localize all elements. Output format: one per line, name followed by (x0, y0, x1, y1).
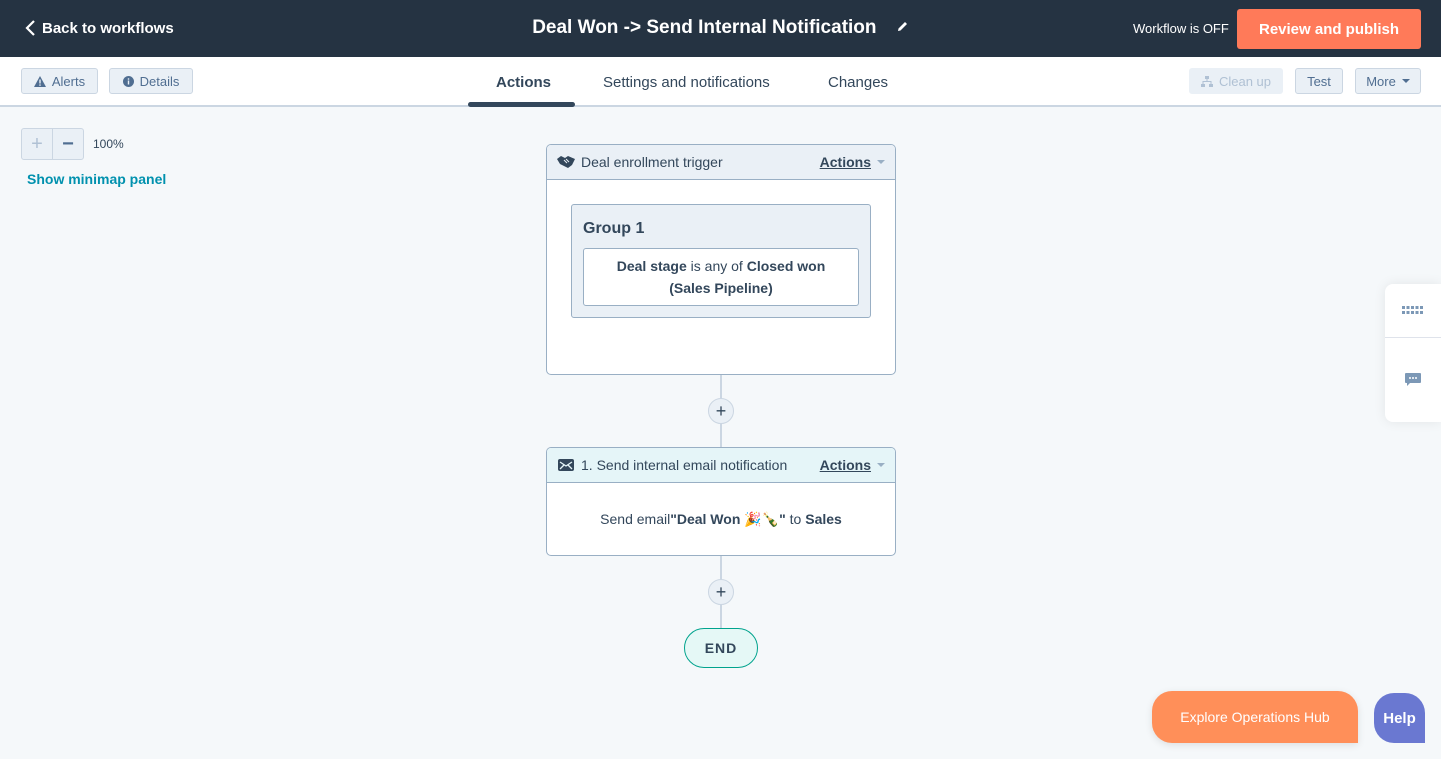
tab-settings-and-notifications[interactable]: Settings and notifications (603, 74, 770, 91)
recipient: Sales (805, 511, 842, 527)
zoom-controls: + − (21, 128, 84, 160)
show-minimap-link[interactable]: Show minimap panel (27, 171, 166, 187)
clean-up-button[interactable]: Clean up (1189, 68, 1283, 94)
caret-down-icon (1401, 79, 1410, 83)
more-button[interactable]: More (1355, 68, 1421, 94)
action-body: Send email "Deal Won 🎉🍾" to Sales (547, 483, 895, 555)
trigger-actions-menu[interactable]: Actions (820, 154, 871, 170)
tab-changes[interactable]: Changes (828, 74, 888, 91)
body-prefix: Send email (600, 511, 671, 527)
envelope-icon (558, 459, 574, 471)
side-panel (1385, 284, 1441, 422)
action-actions-menu[interactable]: Actions (820, 457, 871, 473)
top-bar: Back to workflows Deal Won -> Send Inter… (0, 0, 1441, 57)
warning-icon (33, 75, 46, 87)
test-button[interactable]: Test (1295, 68, 1343, 94)
hierarchy-icon (1200, 75, 1213, 87)
details-label: Details (139, 73, 180, 89)
back-label: Back to workflows (42, 19, 174, 37)
zoom-in-button[interactable]: + (22, 129, 53, 159)
caret-down-icon (877, 160, 885, 164)
add-action-button[interactable]: + (708, 579, 734, 605)
pencil-icon[interactable] (896, 17, 909, 39)
zoom-out-button[interactable]: − (53, 129, 83, 159)
grid-dots-icon (1402, 306, 1423, 314)
trigger-title: Deal enrollment trigger (581, 154, 723, 170)
details-button[interactable]: Details (109, 68, 193, 94)
filter-operator: is any of (686, 258, 747, 274)
filter-property: Deal stage (616, 258, 687, 274)
action-card-header: 1. Send internal email notification Acti… (547, 448, 895, 483)
tab-actions[interactable]: Actions (496, 74, 551, 91)
apps-button[interactable] (1385, 284, 1441, 338)
filter-group: Group 1 Deal stage is any of Closed won … (571, 204, 871, 318)
alerts-button[interactable]: Alerts (21, 68, 98, 94)
zoom-level: 100% (93, 137, 124, 151)
toolbar: Alerts Details Actions Settings and noti… (0, 57, 1441, 107)
email-name: "Deal Won 🎉🍾" (670, 510, 786, 527)
explore-operations-hub-button[interactable]: Explore Operations Hub (1152, 691, 1358, 743)
filter-text: Deal stage is any of Closed won (Sales P… (596, 255, 846, 299)
comments-button[interactable] (1385, 338, 1441, 422)
end-node: END (684, 628, 758, 668)
enrollment-trigger-card[interactable]: Deal enrollment trigger Actions Group 1 … (546, 144, 896, 375)
action-title: 1. Send internal email notification (581, 457, 788, 473)
clean-up-label: Clean up (1218, 73, 1272, 89)
alerts-label: Alerts (51, 73, 86, 89)
body-mid: to (785, 511, 806, 527)
group-title: Group 1 (583, 220, 645, 237)
filter-criteria[interactable]: Deal stage is any of Closed won (Sales P… (583, 248, 859, 306)
info-icon (122, 75, 134, 87)
comment-icon (1405, 373, 1421, 386)
add-action-button[interactable]: + (708, 398, 734, 424)
more-label: More (1366, 73, 1396, 89)
caret-down-icon (877, 463, 885, 467)
send-email-action-card[interactable]: 1. Send internal email notification Acti… (546, 447, 896, 556)
trigger-card-header: Deal enrollment trigger Actions (547, 145, 895, 180)
handshake-icon (557, 156, 575, 168)
review-and-publish-button[interactable]: Review and publish (1237, 9, 1421, 49)
back-to-workflows-link[interactable]: Back to workflows (24, 19, 174, 37)
active-tab-indicator (468, 102, 575, 107)
help-button[interactable]: Help (1374, 693, 1425, 743)
workflow-title[interactable]: Deal Won -> Send Internal Notification (532, 17, 876, 38)
workflow-status: Workflow is OFF (1133, 21, 1229, 36)
chevron-left-icon (25, 20, 35, 36)
